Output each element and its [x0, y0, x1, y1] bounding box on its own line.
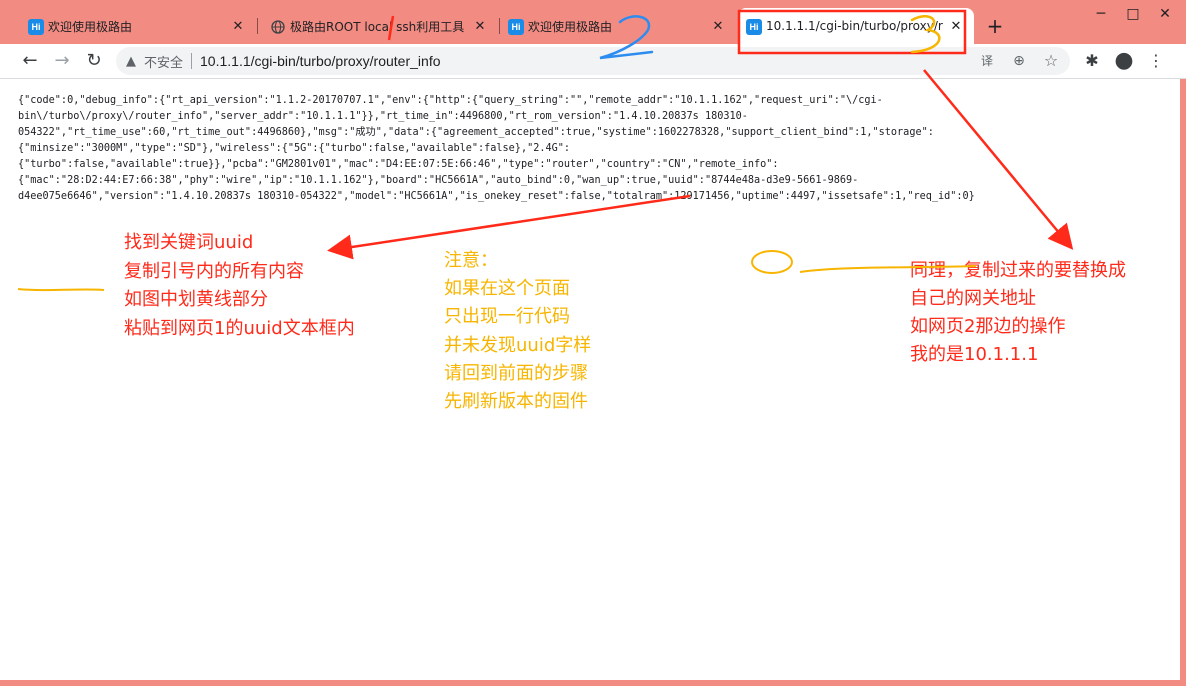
annotation-line: 粘贴到网页1的uuid文本框内 — [124, 317, 355, 339]
maximize-icon[interactable]: □ — [1118, 6, 1148, 22]
tab-3[interactable]: Hi 欢迎使用极路由 ✕ — [500, 8, 736, 44]
json-response: {"code":0,"debug_info":{"rt_api_version"… — [18, 93, 1168, 205]
hi-favicon-icon: Hi — [746, 19, 762, 35]
hi-favicon-icon: Hi — [508, 19, 524, 35]
address-divider — [191, 53, 193, 69]
annotation-line: 如果在这个页面 — [444, 278, 570, 300]
forward-button[interactable]: → — [51, 50, 73, 72]
annotation-line: 找到关键词uuid — [124, 232, 254, 253]
profile-avatar-icon[interactable]: ● — [1113, 50, 1135, 72]
annotation-note: 注意： 如果在这个页面 只出现一行代码 并未发现uuid字样 请回到前面的步骤 先刷新版本… — [444, 247, 591, 416]
json-line: {"code":0,"debug_info":{"rt_api_version"… — [18, 95, 883, 106]
annotation-line: 我的是10.1.1.1 — [910, 344, 1039, 365]
warning-icon[interactable]: ▲ — [126, 54, 136, 69]
tab-title: 欢迎使用极路由 — [48, 19, 133, 34]
tab-1[interactable]: Hi 欢迎使用极路由 ✕ — [20, 8, 256, 44]
annotation-line: 自己的网关地址 — [910, 288, 1036, 309]
security-label[interactable]: 不安全 — [144, 52, 183, 71]
translate-icon[interactable]: 译 — [978, 52, 996, 70]
annotation-line: 只出现一行代码 — [444, 306, 570, 328]
json-line: d4ee075e6646","version":"1.4.10.20837s 1… — [18, 191, 975, 202]
page-content: {"code":0,"debug_info":{"rt_api_version"… — [0, 79, 1180, 680]
tab-title: 10.1.1.1/cgi-bin/turbo/proxy/r — [766, 19, 943, 33]
tab-2[interactable]: 极路由ROOT local ssh利用工具 ✕ — [262, 8, 498, 44]
json-line: 054322","rt_time_use":60,"rt_time_out":4… — [18, 127, 934, 138]
annotation-line: 如网页2那边的操作 — [910, 316, 1066, 337]
browser-toolbar: ← → ↻ ▲ 不安全 10.1.1.1/cgi-bin/turbo/proxy… — [0, 44, 1186, 79]
tab-title: 极路由ROOT local ssh利用工具 — [290, 19, 465, 34]
tab-separator — [257, 18, 258, 34]
tab-title: 欢迎使用极路由 — [528, 19, 613, 34]
reload-button[interactable]: ↻ — [83, 50, 105, 72]
minimize-icon[interactable]: ─ — [1086, 6, 1116, 22]
close-tab-icon[interactable]: ✕ — [948, 19, 964, 34]
hi-favicon-icon: Hi — [28, 19, 44, 35]
annotation-line: 同理，复制过来的要替换成 — [910, 260, 1126, 281]
annotation-gateway: 同理，复制过来的要替换成 自己的网关地址如网页2那边的操作 我的是10.1.1.1 — [910, 257, 1126, 369]
back-button[interactable]: ← — [19, 50, 41, 72]
annotation-line: 请回到前面的步骤 — [444, 362, 588, 384]
close-tab-icon[interactable]: ✕ — [710, 19, 726, 34]
zoom-icon[interactable]: ⊕ — [1010, 52, 1028, 70]
window-close-icon[interactable]: ✕ — [1150, 6, 1180, 22]
json-line: {"mac":"28:D2:44:E7:66:38","phy":"wire",… — [18, 175, 859, 186]
annotation-find-uuid: 找到关键词uuid 复制引号内的所有内容 如图中划黄线部分粘贴到网页1的uuid文本… — [124, 229, 355, 343]
globe-icon — [270, 19, 286, 35]
tab-strip: Hi 欢迎使用极路由 ✕ 极路由ROOT local ssh利用工具 ✕ Hi … — [0, 0, 1186, 44]
close-tab-icon[interactable]: ✕ — [472, 19, 488, 34]
url-text[interactable]: 10.1.1.1/cgi-bin/turbo/proxy/router_info — [200, 53, 440, 69]
json-line: {"turbo":false,"available":true}},"pcba"… — [18, 159, 779, 170]
annotation-line: 注意： — [444, 250, 498, 271]
json-line: {"minsize":"3000M","type":"SD"},"wireles… — [18, 143, 571, 154]
extensions-icon[interactable]: ✱ — [1081, 50, 1103, 72]
close-tab-icon[interactable]: ✕ — [230, 19, 246, 34]
tab-4-active[interactable]: Hi 10.1.1.1/cgi-bin/turbo/proxy/r ✕ — [738, 8, 974, 44]
menu-icon[interactable]: ⋮ — [1145, 50, 1167, 72]
json-line: bin\/turbo\/proxy\/router_info","server_… — [18, 111, 748, 122]
new-tab-button[interactable]: + — [984, 14, 1006, 38]
annotation-line: 并未发现uuid字样 — [444, 334, 592, 356]
address-bar[interactable]: ▲ 不安全 10.1.1.1/cgi-bin/turbo/proxy/route… — [116, 47, 1070, 75]
annotation-line: 如图中划黄线部分 — [124, 289, 268, 310]
annotation-line: 复制引号内的所有内容 — [124, 260, 304, 282]
annotation-line: 先刷新版本的固件 — [444, 391, 588, 413]
bookmark-star-icon[interactable]: ☆ — [1042, 52, 1060, 70]
